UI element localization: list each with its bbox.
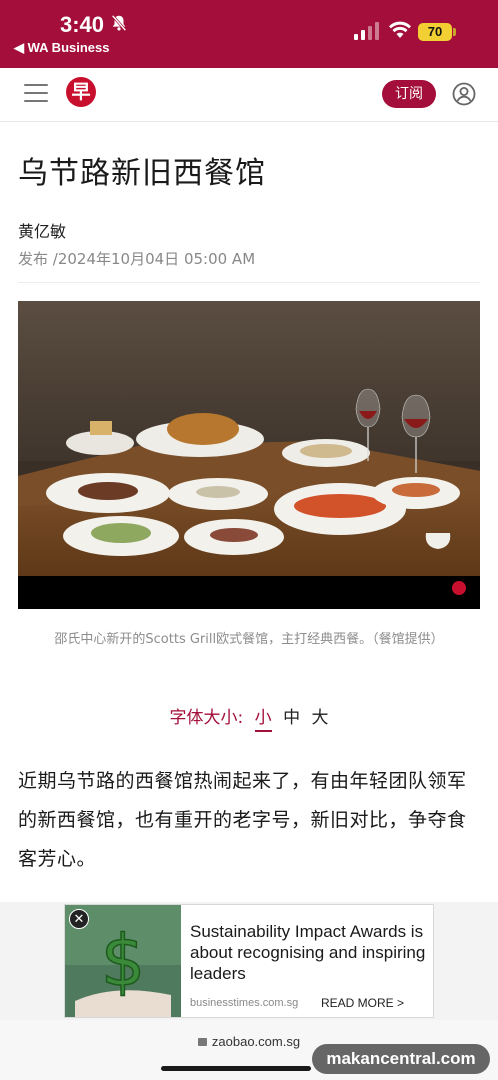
lock-icon bbox=[197, 1038, 207, 1046]
status-bar: 3:40 ◀ WA Business 70 bbox=[0, 0, 498, 68]
back-to-app-link[interactable]: ◀ WA Business bbox=[14, 40, 109, 56]
divider bbox=[18, 282, 480, 283]
font-size-large-option[interactable]: 大 bbox=[311, 708, 328, 728]
ad-read-more-link[interactable]: READ MORE > bbox=[321, 996, 404, 1010]
battery-indicator: 70 bbox=[418, 23, 452, 41]
ad-banner[interactable]: $ ✕ Sustainability Impact Awards is abou… bbox=[64, 904, 434, 1018]
watermark: makancentral.com bbox=[312, 1044, 490, 1074]
app-header: 早 订阅 bbox=[0, 68, 498, 122]
home-indicator[interactable] bbox=[161, 1066, 311, 1071]
font-size-medium-option[interactable]: 中 bbox=[283, 708, 300, 728]
subscribe-button[interactable]: 订阅 bbox=[382, 80, 436, 108]
font-size-selector: 字体大小: 小 中 大 bbox=[0, 703, 498, 732]
zaobao-logo[interactable]: 早 bbox=[66, 77, 96, 107]
user-account-icon[interactable] bbox=[452, 82, 476, 106]
font-size-small-option[interactable]: 小 bbox=[254, 708, 272, 732]
ad-headline[interactable]: Sustainability Impact Awards is about re… bbox=[190, 921, 430, 984]
ad-domain: businesstimes.com.sg bbox=[190, 997, 299, 1009]
font-size-label: 字体大小: bbox=[169, 708, 244, 728]
cellular-signal-icon bbox=[354, 22, 379, 40]
svg-text:$: $ bbox=[101, 920, 146, 1002]
publish-date: 发布 /2024年10月04日 05:00 AM bbox=[18, 250, 256, 268]
article-title: 乌节路新旧西餐馆 bbox=[18, 156, 266, 191]
bell-muted-icon bbox=[111, 14, 127, 32]
ad-close-button[interactable]: ✕ bbox=[69, 909, 89, 929]
ad-container: $ ✕ Sustainability Impact Awards is abou… bbox=[0, 902, 498, 1020]
hamburger-menu-icon[interactable] bbox=[24, 84, 48, 104]
url-text: zaobao.com.sg bbox=[211, 1034, 301, 1049]
wifi-icon bbox=[389, 21, 411, 38]
article-photo[interactable] bbox=[18, 301, 480, 609]
image-caption: 邵氏中心新开的Scotts Grill欧式餐馆，主打经典西餐。（餐馆提供） bbox=[54, 632, 444, 647]
clock: 3:40 bbox=[60, 12, 105, 37]
battery-tip bbox=[453, 28, 456, 36]
article-author[interactable]: 黄亿敏 bbox=[18, 218, 66, 242]
article-paragraph: 近期乌节路的西餐馆热闹起来了，有由年轻团队领军的新西餐馆，也有重开的老字号，新旧… bbox=[18, 770, 467, 870]
